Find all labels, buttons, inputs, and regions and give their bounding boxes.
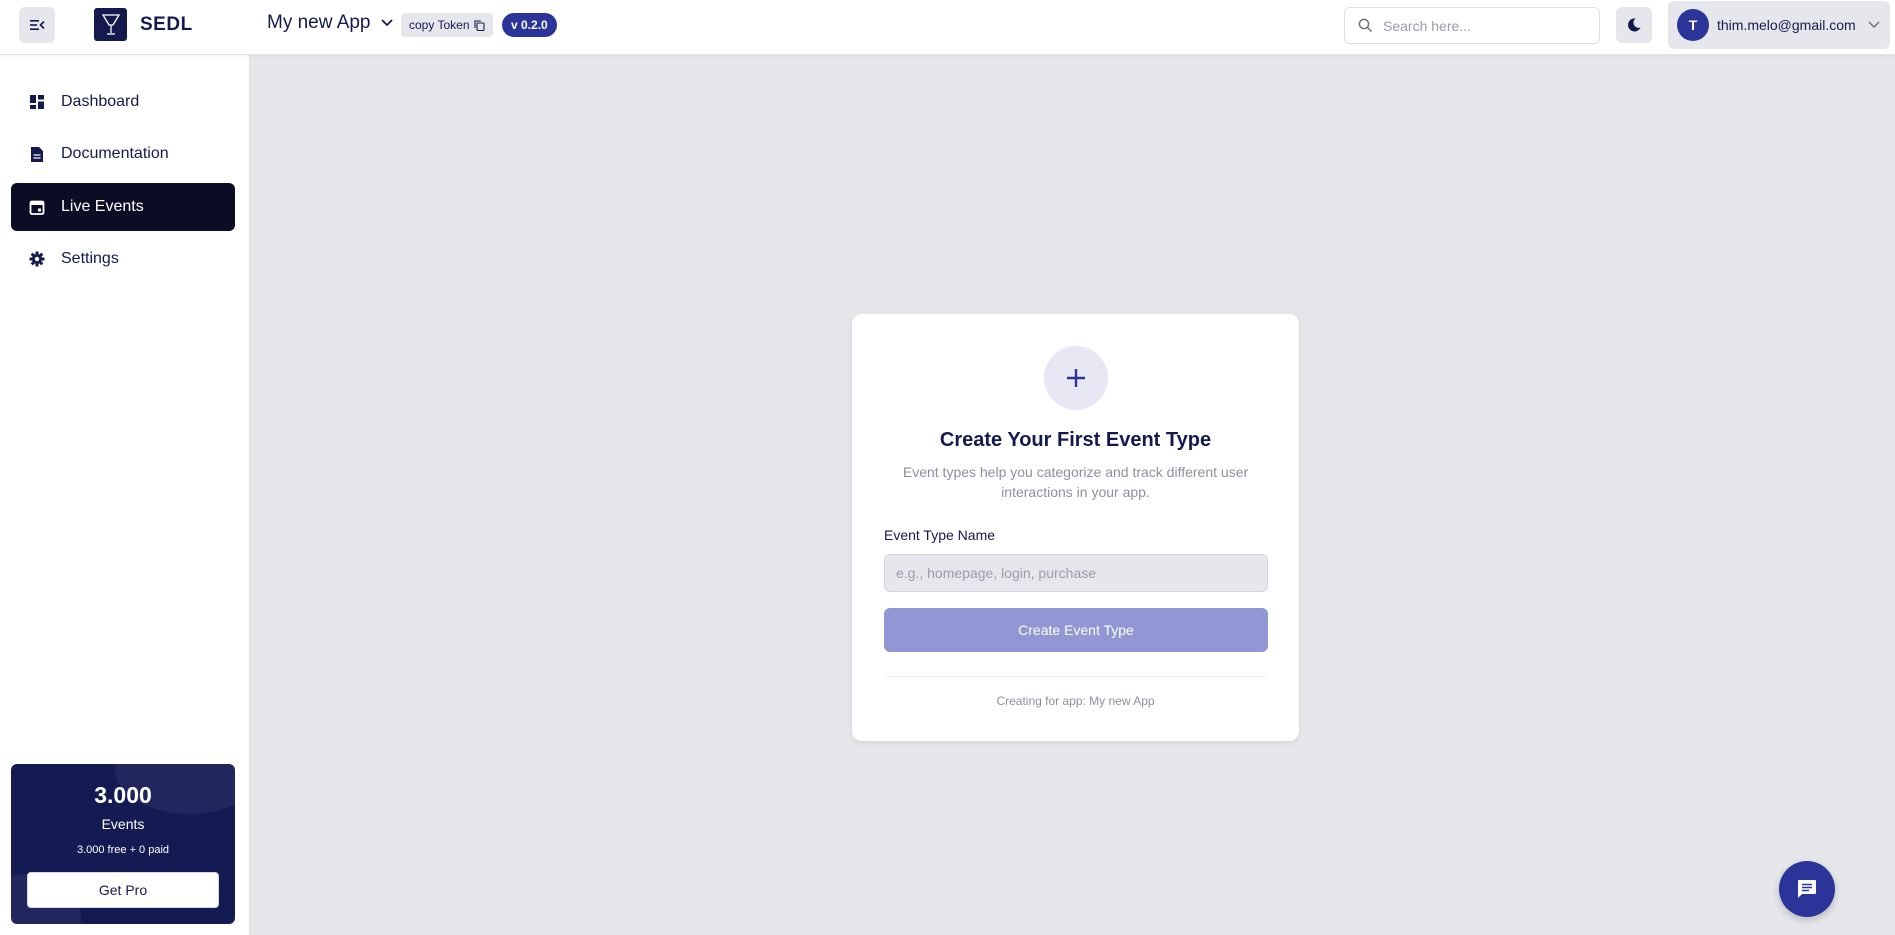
create-event-type-card: Create Your First Event Type Event types…: [852, 314, 1299, 741]
events-quota-card: 3.000 Events 3.000 free + 0 paid Get Pro: [11, 764, 235, 924]
version-badge: v 0.2.0: [502, 13, 557, 37]
sidebar-item-label: Dashboard: [61, 93, 140, 110]
menu-collapse-icon: [30, 20, 45, 30]
events-count: 3.000: [94, 782, 152, 808]
create-event-type-button[interactable]: Create Event Type: [884, 608, 1268, 652]
sidebar-item-label: Documentation: [61, 145, 169, 162]
card-description: Event types help you categorize and trac…: [902, 464, 1249, 500]
sidebar-item-documentation[interactable]: Documentation: [11, 130, 235, 178]
sidebar-item-dashboard[interactable]: Dashboard: [11, 78, 235, 126]
search-input[interactable]: [1383, 17, 1583, 34]
copy-icon: [473, 19, 485, 31]
get-pro-button[interactable]: Get Pro: [27, 872, 219, 908]
app-name: My new App: [267, 12, 371, 33]
document-icon: [28, 146, 45, 163]
chevron-down-icon: [1868, 21, 1880, 29]
collapse-sidebar-button[interactable]: [19, 7, 55, 43]
theme-toggle-button[interactable]: [1616, 7, 1652, 43]
sidebar-item-live-events[interactable]: Live Events: [11, 183, 235, 231]
copy-token-label: copy Token: [409, 18, 470, 32]
events-label: Events: [101, 816, 145, 832]
avatar: T: [1677, 9, 1709, 41]
plus-icon: [1044, 346, 1108, 410]
search-box[interactable]: [1344, 7, 1600, 44]
divider: [884, 676, 1268, 677]
event-type-name-input[interactable]: [884, 554, 1268, 592]
logo-mark-icon: [94, 8, 127, 41]
logo-text: SEDL: [140, 13, 193, 35]
sidebar: Dashboard Documentation Live Events Sett…: [0, 55, 250, 935]
sidebar-item-label: Live Events: [61, 198, 144, 215]
user-email: thim.melo@gmail.com: [1717, 17, 1856, 33]
chat-button[interactable]: [1779, 861, 1835, 917]
top-header: SEDL My new App copy Token v 0.2.0 T thi…: [0, 0, 1895, 55]
sidebar-item-label: Settings: [61, 250, 119, 267]
card-footer-text: Creating for app: My new App: [996, 694, 1155, 708]
search-icon: [1358, 18, 1373, 33]
card-title: Create Your First Event Type: [939, 429, 1212, 451]
event-type-name-label: Event Type Name: [884, 527, 996, 543]
events-breakdown: 3.000 free + 0 paid: [76, 844, 170, 856]
moon-icon: [1628, 18, 1641, 32]
sidebar-item-settings[interactable]: Settings: [11, 235, 235, 283]
chevron-down-icon: [380, 19, 393, 27]
brand-logo[interactable]: SEDL: [94, 8, 193, 41]
calendar-icon: [28, 199, 45, 216]
chat-icon: [1798, 880, 1816, 898]
app-selector[interactable]: My new App: [267, 12, 393, 34]
dashboard-icon: [28, 94, 45, 111]
gear-icon: [28, 251, 45, 268]
copy-token-button[interactable]: copy Token: [401, 13, 493, 37]
user-menu-button[interactable]: T thim.melo@gmail.com: [1668, 1, 1890, 49]
